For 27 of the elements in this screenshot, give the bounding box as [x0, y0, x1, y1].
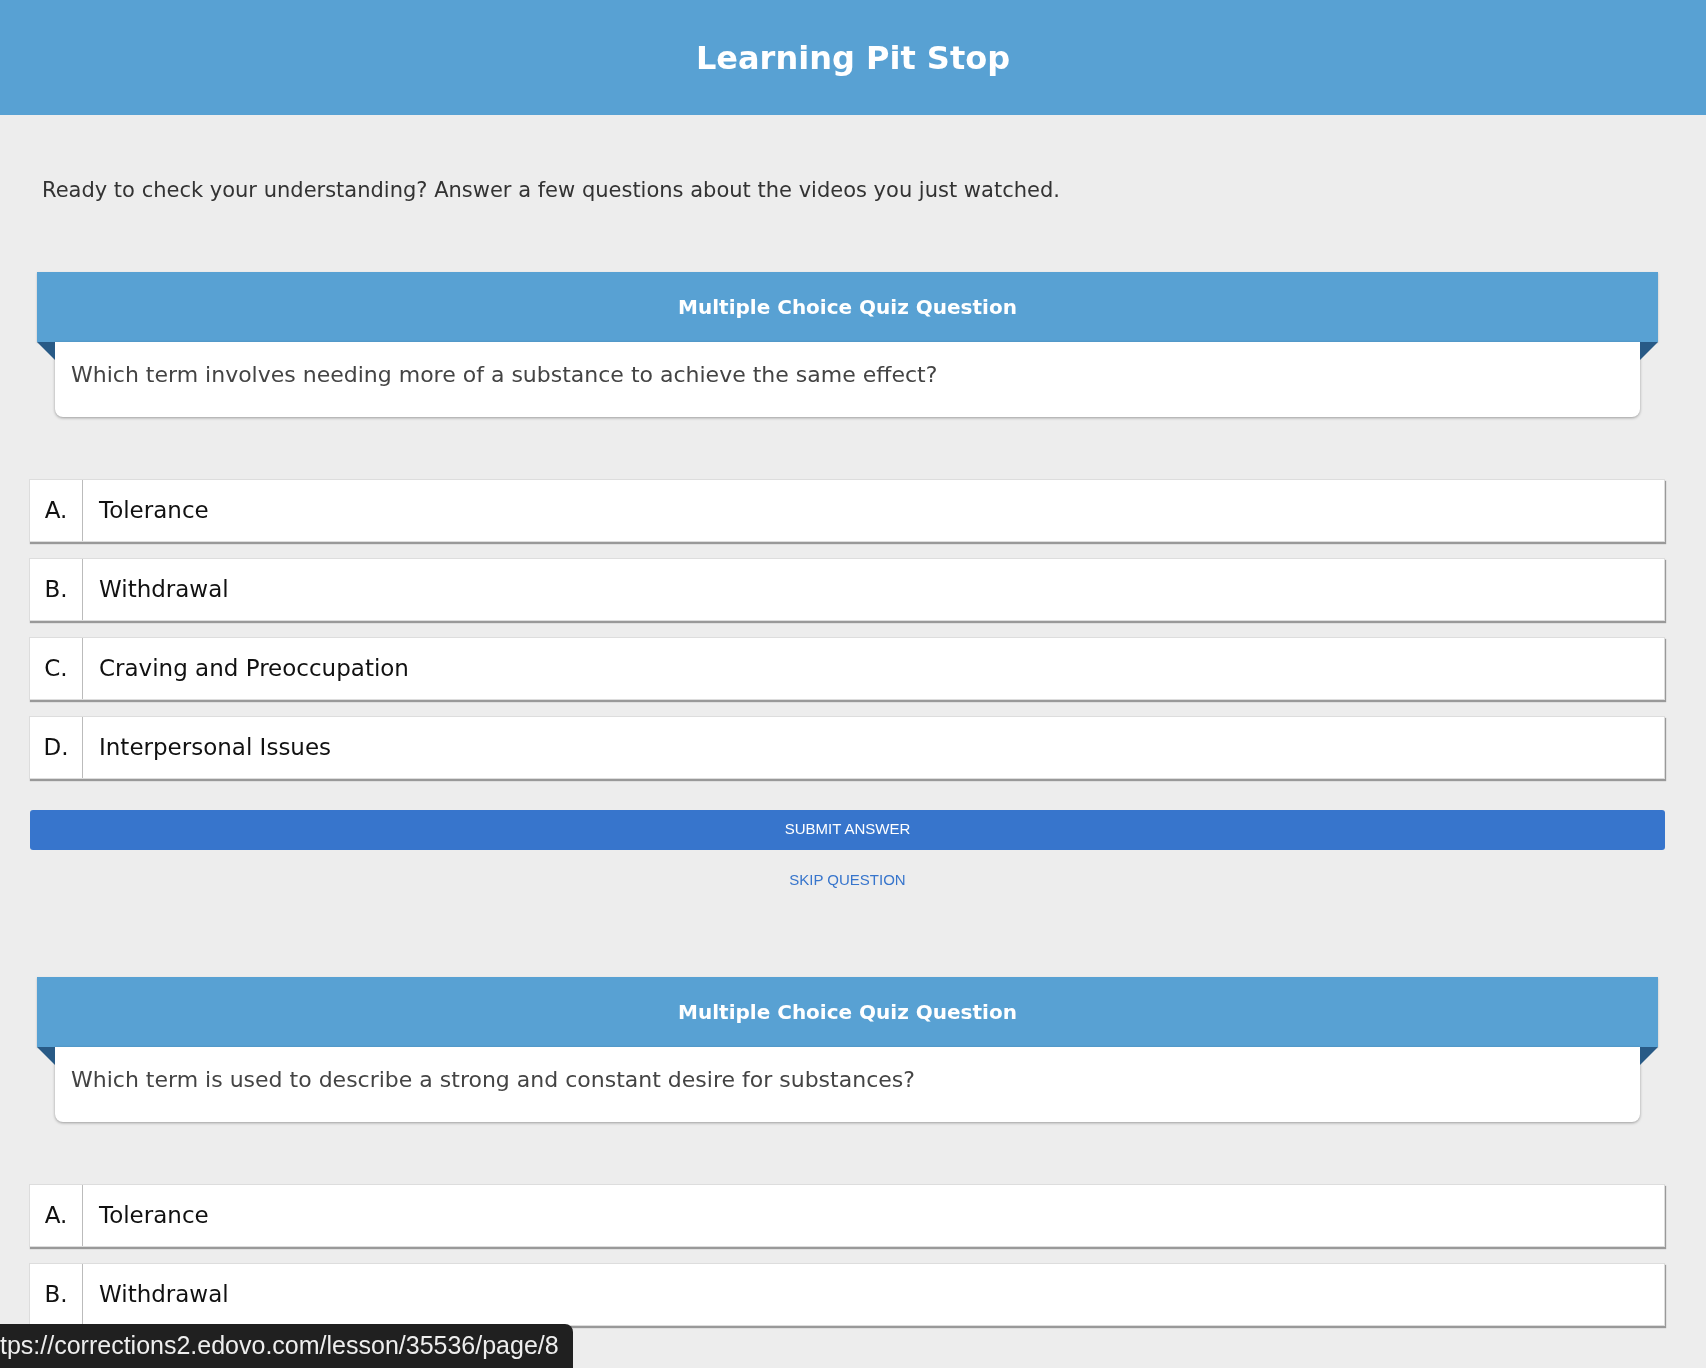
- option-text: Withdrawal: [99, 1279, 229, 1309]
- option-text: Craving and Preoccupation: [99, 653, 409, 683]
- question-text: Which term involves needing more of a substance to achieve the same effect?: [55, 341, 1640, 417]
- skip-link[interactable]: SKIP QUESTION: [789, 870, 906, 888]
- option-letter: A.: [44, 1200, 68, 1230]
- option-letter: A.: [44, 495, 68, 525]
- option-text: Tolerance: [99, 1200, 209, 1230]
- option-letter: B.: [44, 574, 68, 604]
- answer-option[interactable]: D. Interpersonal Issues: [29, 715, 1665, 779]
- submit-button[interactable]: SUBMIT ANSWER: [30, 809, 1665, 850]
- answer-option[interactable]: B. Withdrawal: [29, 1262, 1665, 1326]
- question-text: Which term is used to describe a strong and constant desire for substances?: [55, 1046, 1640, 1122]
- page-title: Learning Pit Stop: [695, 37, 1011, 79]
- card-title: Multiple Choice Quiz Question: [678, 998, 1017, 1026]
- option-letter: B.: [44, 1279, 68, 1309]
- status-url: tps://corrections2.edovo.com/lesson/35536/page/8: [0, 1323, 573, 1368]
- answer-option[interactable]: A. Tolerance: [29, 1183, 1665, 1247]
- card-title: Multiple Choice Quiz Question: [678, 293, 1017, 321]
- option-text: Interpersonal Issues: [99, 732, 332, 762]
- answer-option[interactable]: A. Tolerance: [29, 478, 1665, 542]
- option-letter: C.: [44, 653, 68, 683]
- answer-option[interactable]: B. Withdrawal: [29, 557, 1665, 621]
- intro-text: Ready to check your understanding? Answer a few questions about the videos you just watched.: [42, 177, 1061, 204]
- option-text: Tolerance: [99, 495, 209, 525]
- option-letter: D.: [43, 732, 69, 762]
- option-text: Withdrawal: [99, 574, 229, 604]
- answer-option[interactable]: C. Craving and Preoccupation: [29, 636, 1665, 700]
